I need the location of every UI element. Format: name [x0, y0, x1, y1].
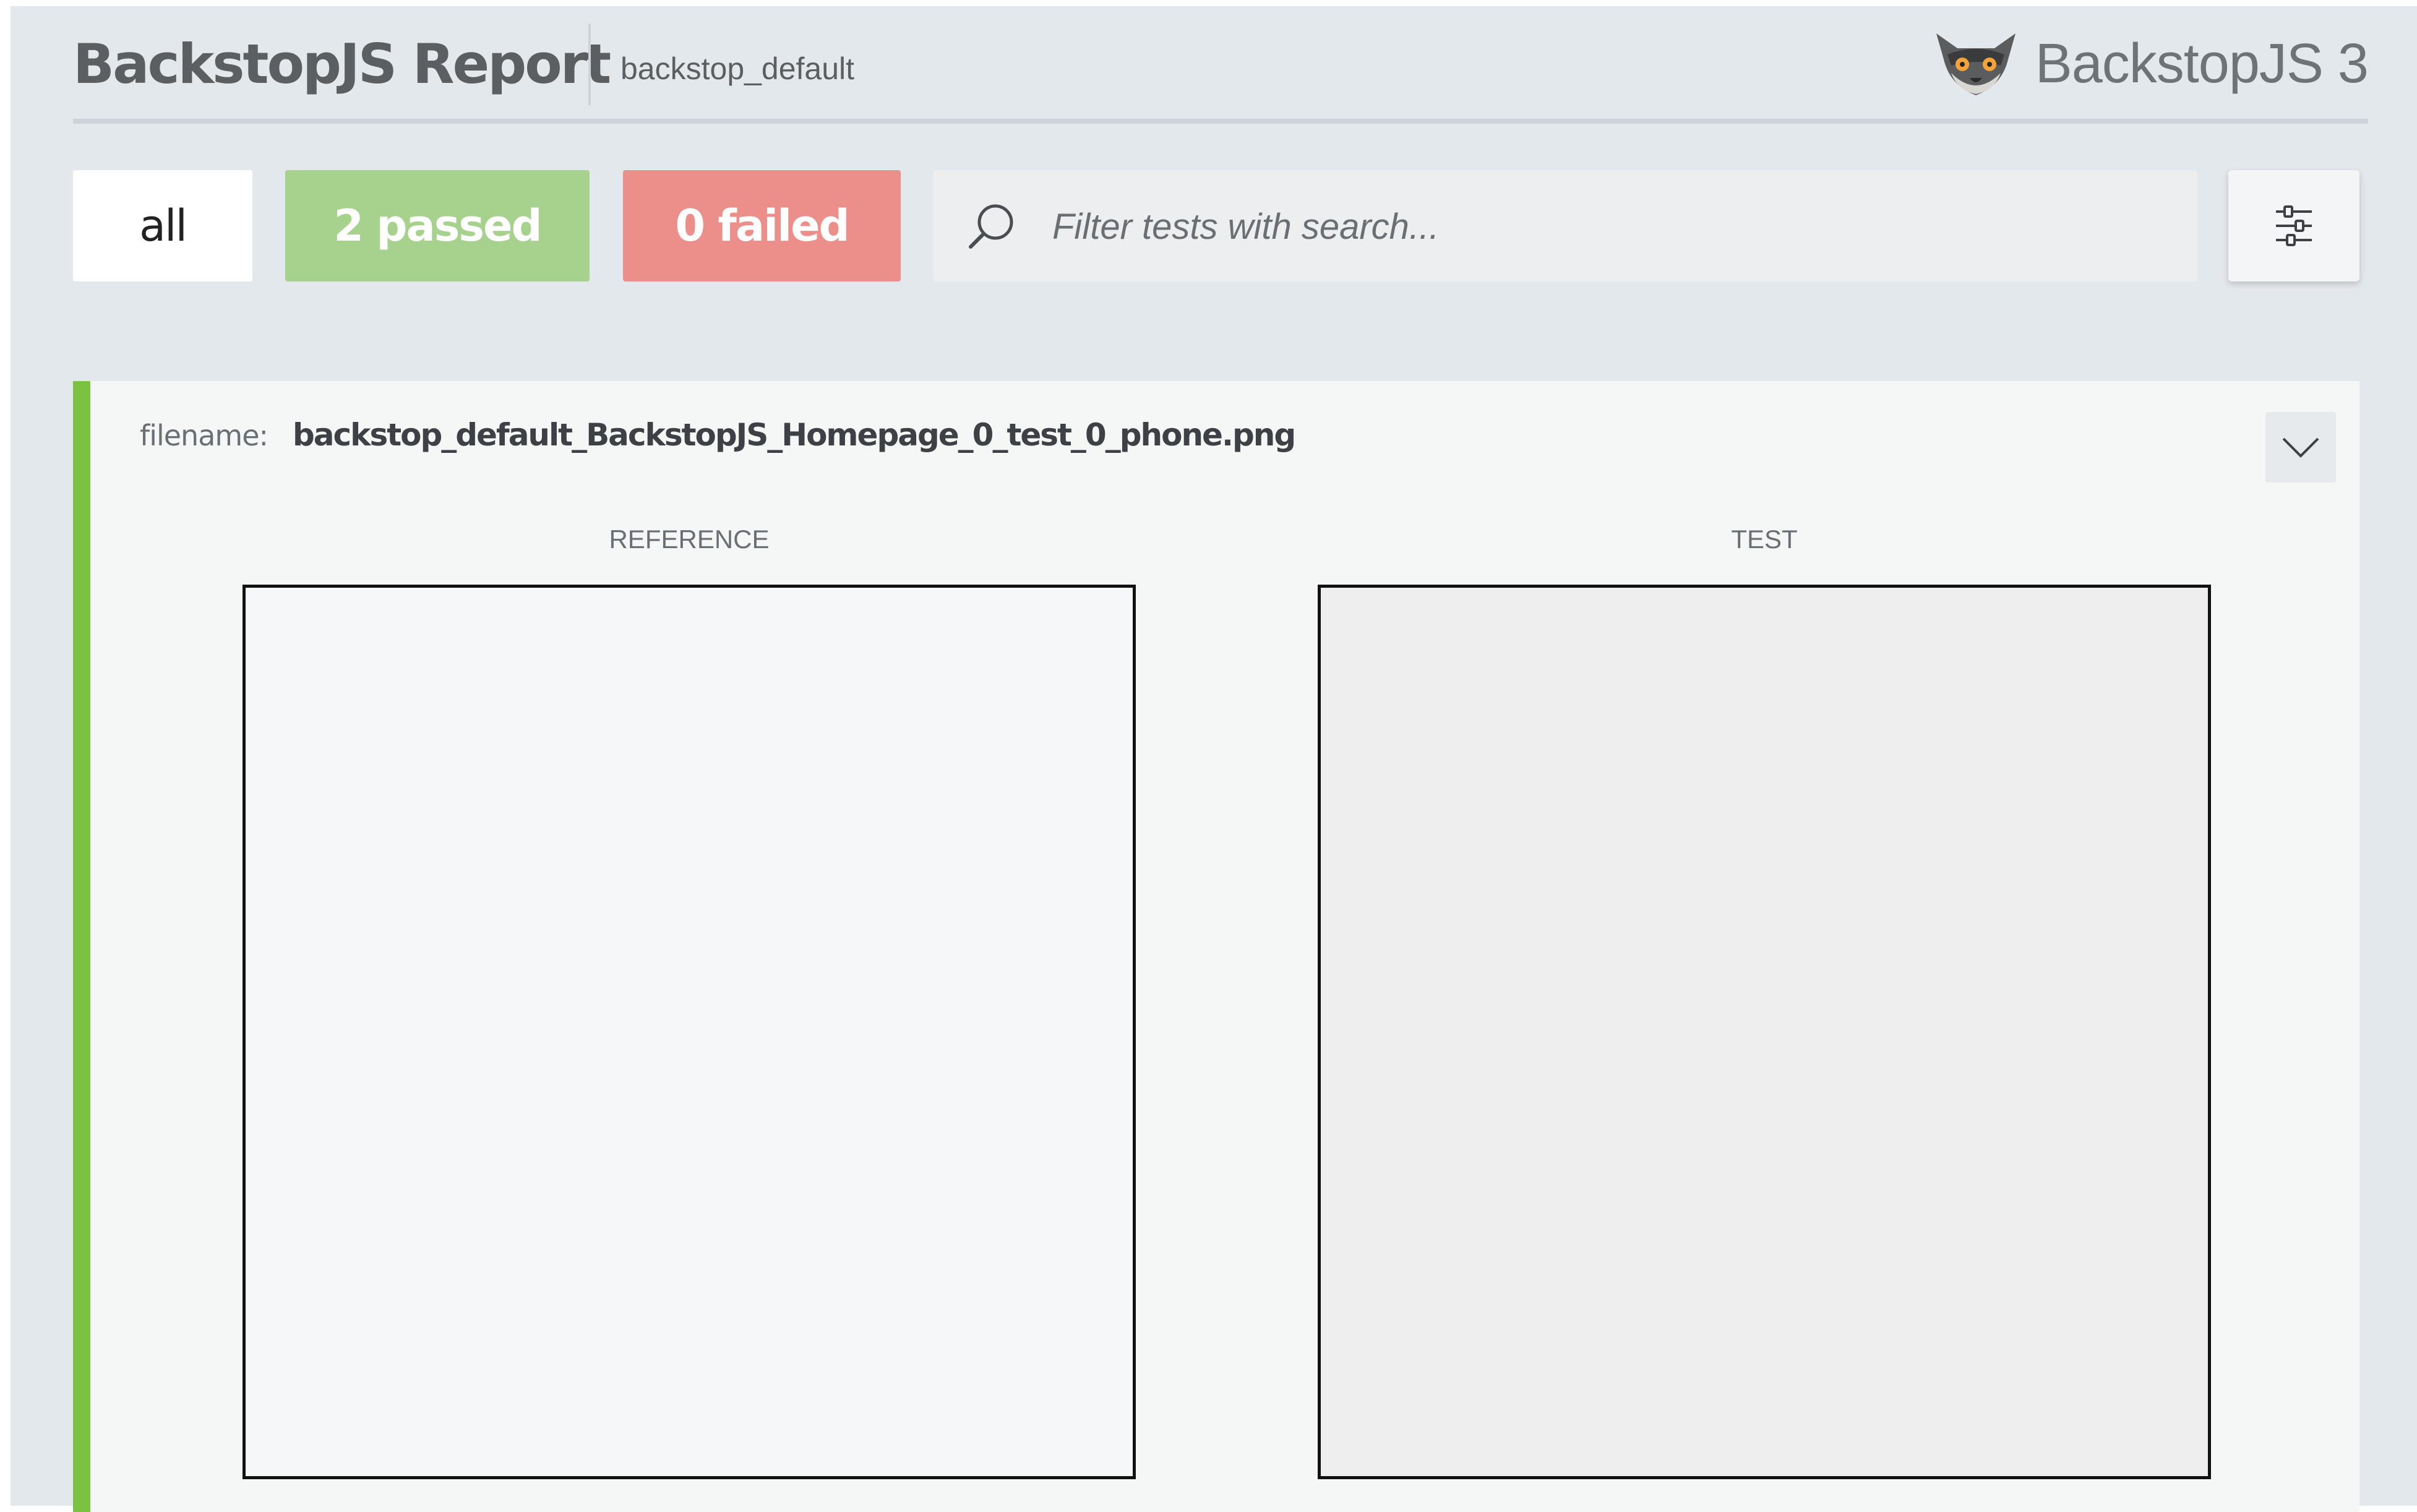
- test-label: TEST: [1731, 525, 1798, 554]
- filter-failed-button[interactable]: 0 failed: [623, 170, 901, 281]
- reference-image[interactable]: [243, 585, 1136, 1479]
- chevron-down-icon: [2282, 437, 2319, 458]
- settings-button[interactable]: [2228, 170, 2359, 281]
- filename-label: filename:: [140, 419, 268, 452]
- test-image[interactable]: [1318, 585, 2211, 1479]
- brand-name: BackstopJS 3: [2035, 32, 2369, 95]
- filter-all-button[interactable]: all: [73, 170, 252, 281]
- collapse-button[interactable]: [2265, 412, 2336, 483]
- filename-value: backstop_default_BackstopJS_Homepage_0_t…: [293, 417, 1296, 453]
- brand: BackstopJS 3: [1933, 24, 2369, 104]
- project-name: backstop_default: [620, 51, 855, 86]
- lemur-logo-icon: [1936, 33, 2016, 95]
- report-header: BackstopJS Report backstop_default Backs…: [73, 6, 2369, 124]
- filter-passed-button[interactable]: 2 passed: [285, 170, 590, 281]
- title-divider: [588, 24, 591, 105]
- page-title: BackstopJS Report: [73, 32, 611, 96]
- reference-label: REFERENCE: [609, 525, 770, 554]
- search-box: [934, 170, 2197, 281]
- search-icon: [969, 204, 1013, 249]
- search-input[interactable]: [1051, 195, 2167, 258]
- test-card: filename: backstop_default_BackstopJS_Ho…: [73, 381, 2359, 1512]
- filename-row: filename: backstop_default_BackstopJS_Ho…: [140, 417, 1296, 453]
- report-app: BackstopJS Report backstop_default Backs…: [11, 6, 2417, 1512]
- settings-sliders-icon: [2276, 205, 2312, 246]
